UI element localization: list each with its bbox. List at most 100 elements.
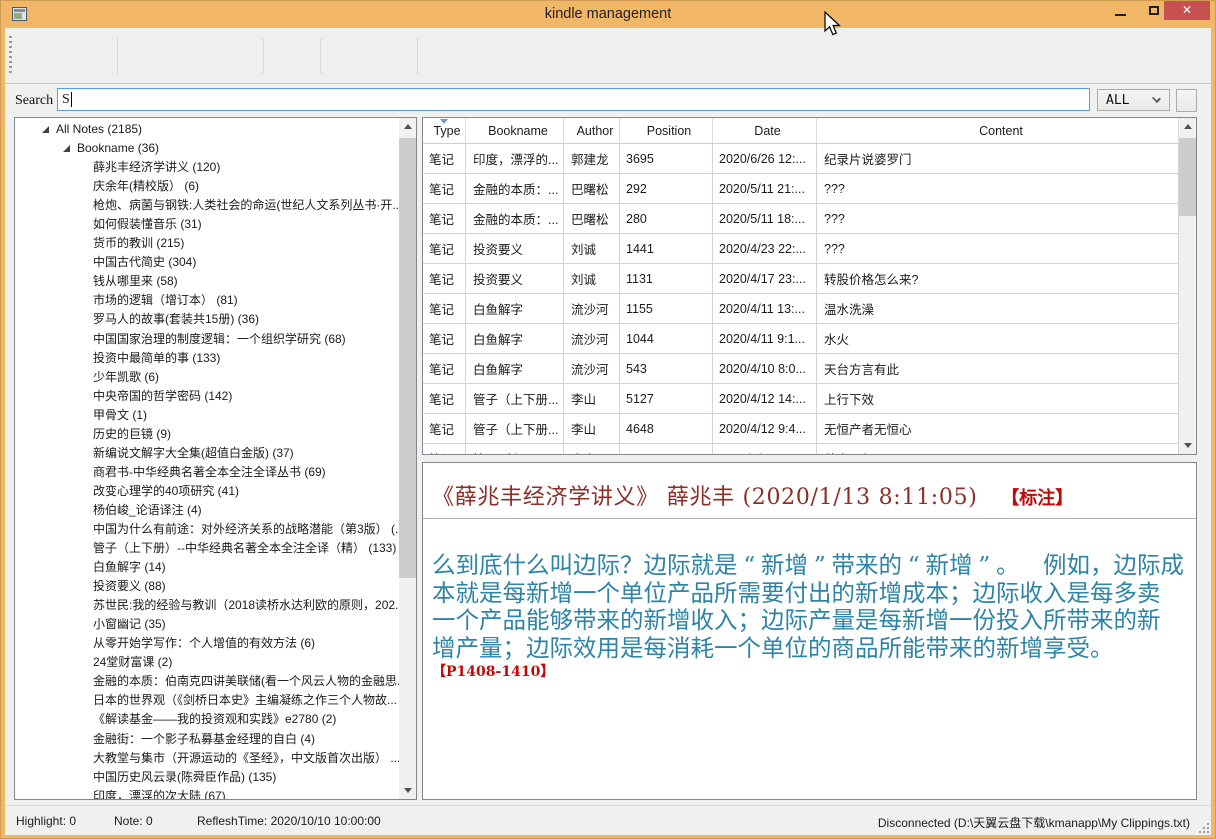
toolbar-gripper[interactable] [9,36,12,76]
scroll-up-arrow[interactable] [1179,118,1196,135]
tree-item-book[interactable]: 市场的逻辑（增订本） (81) [15,291,399,310]
tree-item-book[interactable]: 管子（上下册）--中华经典名著全本全注全译（精） (133) [15,539,399,558]
cell-date: 2020/4/11 9:1... [713,324,817,354]
cell-author: 郭建龙 [564,144,620,174]
table-row[interactable]: 笔记白鱼解字流沙河11552020/4/11 13:...温水洗澡 [423,294,1179,324]
tree-item-book[interactable]: 钱从哪里来 (58) [15,272,399,291]
tree-item-book[interactable]: 改变心理学的40项研究 (41) [15,482,399,501]
tree-item-book[interactable]: 投资要义 (88) [15,577,399,596]
cell-content: 转股价格怎么来? [817,264,1179,294]
tree-item-book[interactable]: 货币的教训 (215) [15,234,399,253]
expander-icon[interactable] [63,145,70,152]
status-reflesh-time: RefleshTime: 2020/10/10 10:00:00 [197,814,381,828]
tree-item-book[interactable]: 24堂财富课 (2) [15,653,399,672]
tree-item-book[interactable]: 甲骨文 (1) [15,406,399,425]
cell-type: 笔记 [423,444,466,454]
cell-content: ??? [817,234,1179,264]
table-scrollbar[interactable] [1179,118,1196,454]
column-header-bookname[interactable]: Bookname [466,118,564,143]
tree-item-book[interactable]: 小窗幽记 (35) [15,615,399,634]
tree-item-bookname[interactable]: Bookname (36) [15,139,399,158]
expander-icon[interactable] [42,126,49,133]
cell-bookname: 金融的本质：... [466,204,564,234]
tree-item-book[interactable]: 庆余年(精校版） (6) [15,177,399,196]
tree-item-book[interactable]: 《解读基金——我的投资观和实践》e2780 (2) [15,710,399,729]
cell-author: 李山 [564,384,620,414]
tree-item-book[interactable]: 如何假装懂音乐 (31) [15,215,399,234]
cell-position: 1155 [620,294,713,324]
column-header-position[interactable]: Position [620,118,713,143]
tree-item-all-notes[interactable]: All Notes (2185) [15,120,399,139]
cell-author: 流沙河 [564,324,620,354]
resize-grip[interactable] [1197,821,1209,833]
column-header-type[interactable]: Type [423,118,466,143]
tree-scrollbar[interactable] [399,118,416,799]
cell-content: 温水洗澡 [817,294,1179,324]
column-header-author[interactable]: Author [564,118,620,143]
scroll-thumb[interactable] [1179,138,1196,216]
cell-position: 4648 [620,414,713,444]
table-row[interactable]: 笔记金融的本质：...巴曙松2922020/5/11 21:...??? [423,174,1179,204]
cell-bookname: 管子（上下册... [466,414,564,444]
table-row[interactable]: 笔记白鱼解字流沙河10442020/4/11 9:1...水火 [423,324,1179,354]
cell-date: 2020/4/11 13:... [713,294,817,324]
table-body: 笔记印度，漂浮的...郭建龙36952020/6/26 12:...纪录片说婆罗… [423,144,1179,454]
cell-content: ??? [817,204,1179,234]
tree-item-book[interactable]: 杨伯峻_论语译注 (4) [15,501,399,520]
search-button[interactable] [1176,89,1197,112]
tree-item-book[interactable]: 新编说文解字大全集(超值白金版) (37) [15,444,399,463]
minimize-button[interactable] [1104,0,1136,20]
detail-divider [423,518,1196,519]
tree-item-book[interactable]: 大教堂与集市（开源运动的《圣经》，中文版首次出版） ... [15,749,399,768]
window-border-right [1211,0,1216,839]
table-row[interactable]: 笔记管子（上下册...李山46482020/4/12 9:4...无恒产者无恒心 [423,414,1179,444]
tree-item-book[interactable]: 少年凯歌 (6) [15,368,399,387]
filter-dropdown[interactable]: ALL [1097,89,1170,111]
close-button[interactable]: ✕ [1164,0,1210,20]
tree-item-book[interactable]: 印度，漂浮的次大陆 (67) [15,787,399,799]
tree-item-book[interactable]: 白鱼解字 (14) [15,558,399,577]
cell-type: 笔记 [423,384,466,414]
table-row[interactable]: 笔记白鱼解字流沙河5432020/4/10 8:0...天台方言有此 [423,354,1179,384]
table-row[interactable]: 笔记管子（上下册...李山51272020/4/12 14:...上行下效 [423,384,1179,414]
tree-item-book[interactable]: 商君书-中华经典名著全本全注全译丛书 (69) [15,463,399,482]
table-row[interactable]: 笔记管子（上下册...李山45772020/4/12 9:4...莫夺思想 [423,444,1179,454]
text-caret [71,92,72,107]
cell-content: 莫夺思想 [817,444,1179,454]
tree-item-book[interactable]: 枪炮、病菌与钢铁:人类社会的命运(世纪人文系列丛书·开... [15,196,399,215]
tree-item-book[interactable]: 苏世民:我的经验与教训（2018读桥水达利欧的原则，202... [15,596,399,615]
scroll-down-arrow[interactable] [399,782,416,799]
tree-item-book[interactable]: 薛兆丰经济学讲义 (120) [15,158,399,177]
tree-item-book[interactable]: 中央帝国的哲学密码 (142) [15,387,399,406]
cell-position: 1441 [620,234,713,264]
column-header-content[interactable]: Content [817,118,1179,143]
tree-item-book[interactable]: 金融街：一个影子私募基金经理的自白 (4) [15,730,399,749]
tree-item-book[interactable]: 中国国家治理的制度逻辑：一个组织学研究 (68) [15,330,399,349]
tree-item-book[interactable]: 中国为什么有前途：对外经济关系的战略潜能（第3版） (... [15,520,399,539]
window-title: kindle management [0,6,1216,22]
notes-tree-panel: All Notes (2185) Bookname (36) 薛兆丰经济学讲义 … [14,117,417,800]
cell-position: 543 [620,354,713,384]
table-row[interactable]: 笔记投资要义刘诚11312020/4/17 23:...转股价格怎么来? [423,264,1179,294]
table-row[interactable]: 笔记印度，漂浮的...郭建龙36952020/6/26 12:...纪录片说婆罗… [423,144,1179,174]
cell-content: 天台方言有此 [817,354,1179,384]
tree-item-book[interactable]: 中国历史风云录(陈舜臣作品) (135) [15,768,399,787]
tree-item-book[interactable]: 中国古代简史 (304) [15,253,399,272]
scroll-down-arrow[interactable] [1179,437,1196,454]
scroll-up-arrow[interactable] [399,118,416,135]
table-row[interactable]: 笔记投资要义刘诚14412020/4/23 22:...??? [423,234,1179,264]
tree-item-book[interactable]: 投资中最简单的事 (133) [15,349,399,368]
cell-author: 流沙河 [564,294,620,324]
mouse-cursor [824,11,844,39]
tree-item-book[interactable]: 从零开始学写作：个人增值的有效方法 (6) [15,634,399,653]
cell-position: 1131 [620,264,713,294]
cell-bookname: 金融的本质：... [466,174,564,204]
search-input[interactable]: S [57,88,1090,111]
tree-item-book[interactable]: 日本的世界观（《剑桥日本史》主编凝练之作三个人物故... [15,691,399,710]
tree-item-book[interactable]: 罗马人的故事(套装共15册) (36) [15,310,399,329]
tree-item-book[interactable]: 历史的巨镜 (9) [15,425,399,444]
scroll-thumb[interactable] [399,138,416,578]
table-row[interactable]: 笔记金融的本质：...巴曙松2802020/5/11 18:...??? [423,204,1179,234]
column-header-date[interactable]: Date [713,118,817,143]
tree-item-book[interactable]: 金融的本质：伯南克四讲美联储(看一个风云人物的金融思... [15,672,399,691]
